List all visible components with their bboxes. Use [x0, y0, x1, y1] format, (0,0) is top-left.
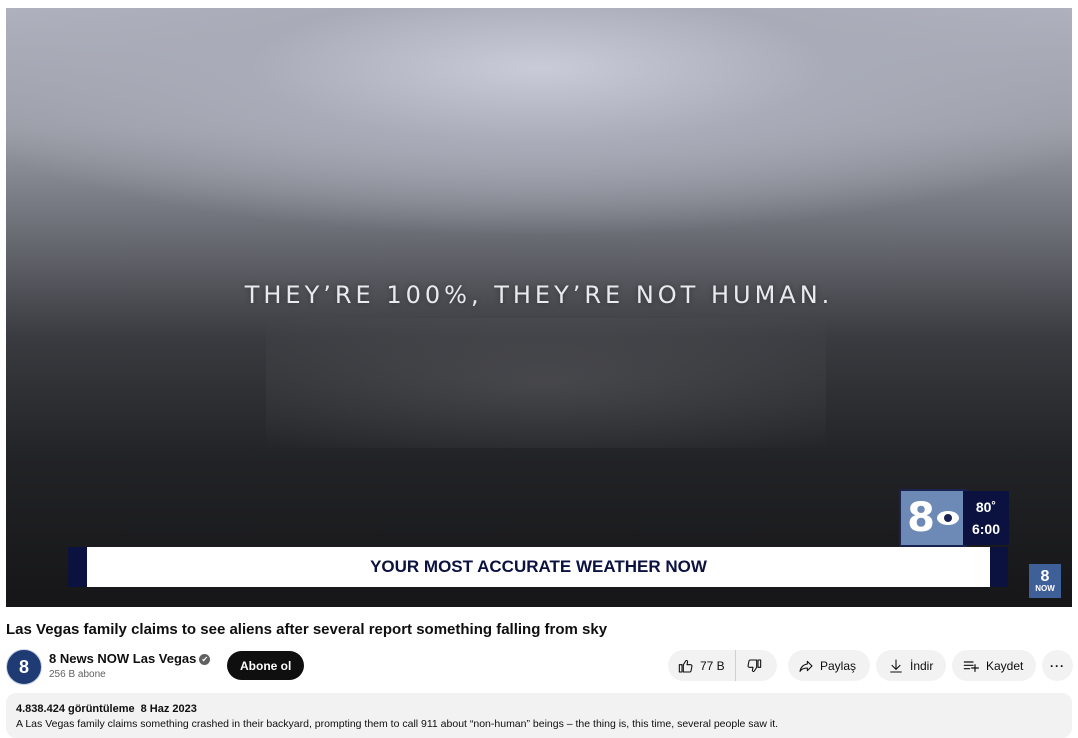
- share-icon: [799, 660, 813, 672]
- time-readout: 6:00: [971, 521, 1001, 537]
- news-ticker: YOUR MOST ACCURATE WEATHER NOW: [87, 547, 990, 587]
- watermark-label: NOW: [1035, 584, 1055, 593]
- channel-watermark-icon[interactable]: 8 NOW: [1029, 564, 1061, 598]
- avatar-text: 8: [18, 656, 29, 677]
- dislike-button[interactable]: [736, 650, 762, 681]
- subscribe-button[interactable]: Abone ol: [227, 651, 305, 680]
- channel-avatar[interactable]: 8: [6, 649, 42, 685]
- thumb-up-icon: [678, 659, 693, 673]
- watermark-number: 8: [1040, 568, 1050, 585]
- like-button[interactable]: 77 B: [668, 650, 736, 681]
- view-count: 4.838.424 görüntüleme: [16, 703, 135, 715]
- save-label: Kaydet: [986, 658, 1024, 673]
- more-actions-button[interactable]: ···: [1042, 650, 1073, 681]
- cbs-eye-icon: [936, 511, 959, 525]
- upload-date: 8 Haz 2023: [140, 703, 197, 715]
- download-button[interactable]: İndir: [876, 650, 946, 681]
- subscriber-count: 256 B abone: [49, 669, 106, 680]
- channel-row: 8 8 News NOW Las Vegas ✔ 256 B abone Abon…: [6, 648, 1073, 685]
- weather-time-box: 80˚ 6:00: [963, 491, 1009, 545]
- playlist-add-icon: [963, 660, 979, 672]
- thumb-down-icon: [747, 658, 761, 672]
- video-frame-glow: [266, 318, 826, 448]
- verified-badge-icon: ✔: [199, 654, 211, 665]
- share-button[interactable]: Paylaş: [788, 650, 870, 681]
- description-meta: 4.838.424 görüntüleme 8 Haz 2023: [16, 703, 1062, 715]
- download-label: İndir: [910, 658, 934, 673]
- more-icon: ···: [1050, 658, 1065, 673]
- save-button[interactable]: Kaydet: [952, 650, 1036, 681]
- channel-name: 8 News NOW Las Vegas: [49, 651, 197, 666]
- temperature-readout: 80˚: [975, 499, 997, 515]
- station-logo: 8: [899, 489, 967, 547]
- download-icon: [890, 658, 902, 673]
- channel-name-link[interactable]: 8 News NOW Las Vegas ✔: [49, 651, 211, 666]
- video-title: Las Vegas family claims to see aliens af…: [6, 621, 608, 638]
- video-caption-text: THEY’RE 100%, THEY’RE NOT HUMAN.: [244, 281, 834, 309]
- like-count: 77 B: [700, 658, 725, 673]
- video-player[interactable]: THEY’RE 100%, THEY’RE NOT HUMAN. 8 80˚ 6…: [6, 8, 1072, 607]
- share-label: Paylaş: [820, 658, 857, 673]
- station-logo-number: 8: [907, 495, 935, 541]
- ticker-text: YOUR MOST ACCURATE WEATHER NOW: [370, 557, 707, 576]
- like-dislike-group: 77 B: [668, 650, 777, 681]
- description-box[interactable]: 4.838.424 görüntüleme 8 Haz 2023 A Las Ve…: [6, 693, 1072, 738]
- description-text: A Las Vegas family claims something cras…: [16, 718, 779, 730]
